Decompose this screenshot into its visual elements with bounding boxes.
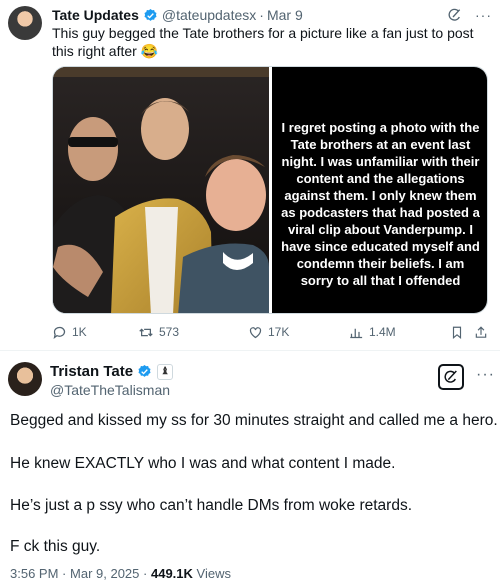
tweet-metadata: 3:56 PM · Mar 9, 2025 · 449.1K Views	[10, 566, 231, 581]
quoted-avatar[interactable]	[8, 6, 42, 40]
affiliate-badge[interactable]: ♝	[157, 363, 174, 380]
views-label: Views	[196, 566, 231, 581]
selfie-photo[interactable]	[53, 67, 269, 313]
verified-badge-icon	[138, 364, 151, 377]
quoted-handle[interactable]: @tateupdatesx	[162, 7, 256, 23]
views-count: 1.4M	[369, 325, 396, 339]
reply-count: 1K	[72, 325, 87, 339]
quoted-header: Tate Updates @tateupdatesx · Mar 9 ···	[52, 6, 492, 24]
quoted-tweet[interactable]: Tate Updates @tateupdatesx · Mar 9 ··· T…	[0, 0, 500, 348]
verified-badge-icon	[144, 8, 157, 21]
reply-button[interactable]: 1K	[52, 325, 87, 340]
grok-button[interactable]	[438, 364, 464, 390]
tweet-time[interactable]: 3:56 PM	[10, 566, 58, 581]
tweet-text-line: F ck this guy.	[10, 538, 101, 555]
separator-dot: ·	[143, 566, 148, 581]
reply-icon	[53, 326, 66, 339]
views-button[interactable]: 1.4M	[349, 325, 396, 340]
tweet-text-line: He’s just a p ssy who can’t handle DMs f…	[10, 497, 413, 514]
more-icon[interactable]: ···	[476, 366, 495, 384]
author-name-row: Tristan Tate ♝	[50, 363, 174, 380]
apology-screenshot[interactable]: I regret posting a photo with the Tate b…	[272, 67, 487, 313]
bookmark-button[interactable]	[450, 325, 464, 340]
repost-button[interactable]: 573	[138, 325, 179, 340]
separator-dot: ·	[62, 566, 67, 581]
like-button[interactable]: 17K	[248, 325, 289, 340]
repost-icon	[139, 327, 153, 337]
repost-count: 573	[159, 325, 180, 339]
share-button[interactable]	[474, 325, 488, 340]
author-handle[interactable]: @TateTheTalisman	[50, 382, 170, 398]
author-name[interactable]: Tristan Tate	[50, 363, 133, 380]
separator-dot: ·	[259, 7, 264, 23]
share-icon	[475, 325, 487, 338]
author-avatar[interactable]	[8, 362, 42, 396]
like-icon	[249, 326, 262, 338]
more-icon[interactable]: ···	[475, 7, 492, 23]
bookmark-icon	[452, 326, 462, 339]
like-count: 17K	[268, 325, 290, 339]
quoted-header-icons: ···	[447, 7, 492, 23]
quoted-date[interactable]: Mar 9	[267, 7, 303, 23]
tweet-date[interactable]: Mar 9, 2025	[70, 566, 139, 581]
views-total: 449.1K	[150, 566, 193, 581]
quoted-tweet-text: This guy begged the Tate brothers for a …	[52, 25, 474, 59]
grok-icon	[444, 370, 457, 383]
tweet-text-line: Begged and kissed my ss for 30 minutes s…	[10, 412, 498, 429]
grok-icon[interactable]	[447, 7, 463, 23]
views-icon	[350, 328, 363, 338]
tweet-text-line: He knew EXACTLY who I was and what conte…	[10, 455, 396, 472]
quoted-media[interactable]: I regret posting a photo with the Tate b…	[52, 66, 488, 314]
tweet-divider	[0, 350, 500, 351]
quoted-action-bar: 1K 573 17K 1.4M	[52, 322, 492, 342]
quoted-author-name[interactable]: Tate Updates	[52, 7, 139, 23]
apology-text: I regret posting a photo with the Tate b…	[281, 120, 480, 288]
